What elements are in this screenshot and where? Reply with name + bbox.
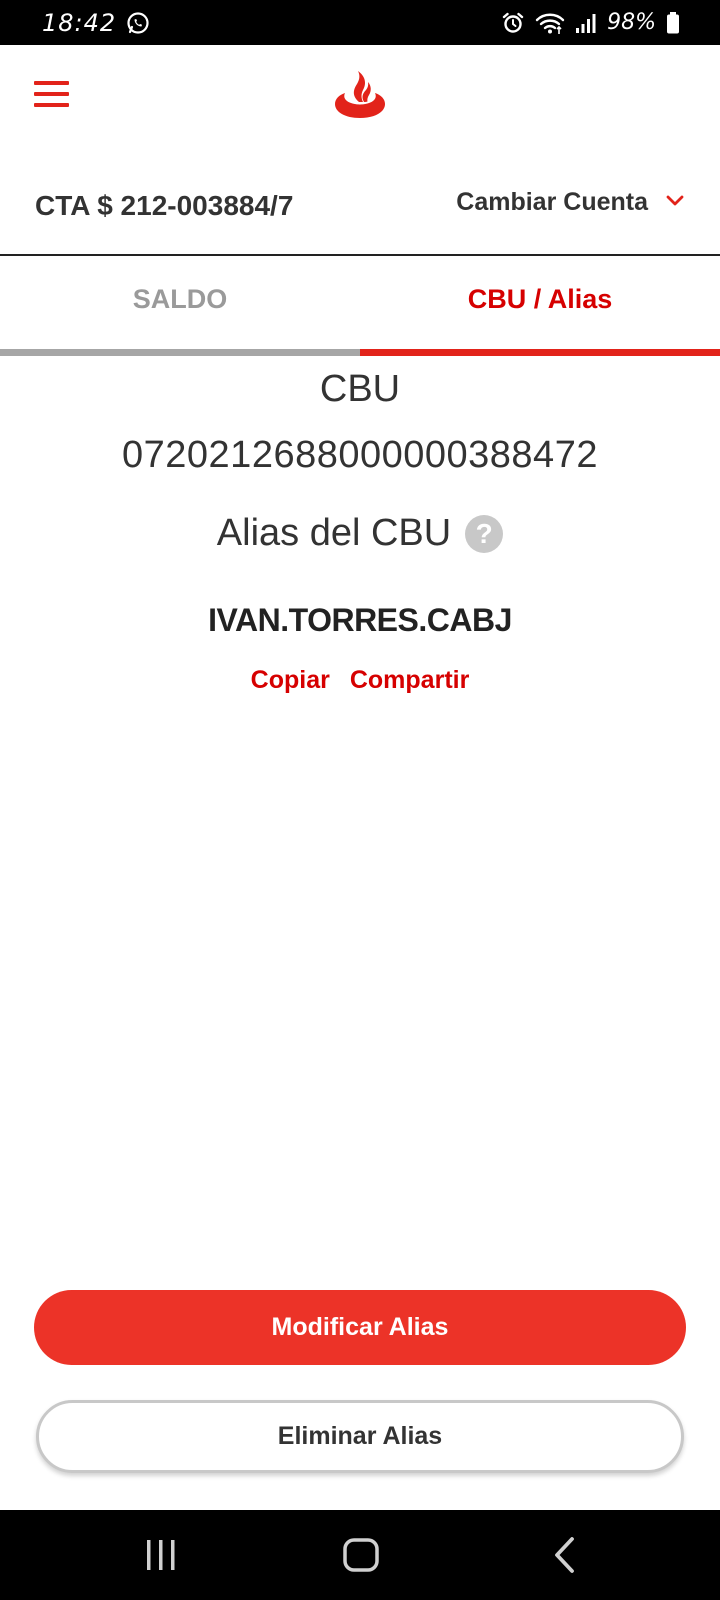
cbu-title: CBU xyxy=(319,368,401,410)
system-nav-bar xyxy=(0,1510,720,1600)
alias-actions: Copiar Compartir xyxy=(0,666,720,695)
account-number: CTA $ 212-003884/7 xyxy=(35,190,294,221)
change-account-button[interactable]: Cambiar Cuenta xyxy=(456,188,684,217)
menu-icon[interactable] xyxy=(34,81,70,111)
alias-title: Alias del CBU xyxy=(216,512,452,554)
tab-saldo[interactable]: SALDO xyxy=(0,258,360,356)
share-link[interactable]: Compartir xyxy=(350,666,469,695)
back-icon[interactable] xyxy=(534,1532,594,1578)
tab-cbu-alias[interactable]: CBU / Alias xyxy=(360,258,720,356)
chevron-down-icon xyxy=(666,194,684,212)
status-right: 98% xyxy=(501,10,680,35)
status-left: 18:42 xyxy=(42,9,150,37)
tabs: SALDO CBU / Alias xyxy=(0,258,720,356)
cbu-number: 0720212688000000388472 xyxy=(122,434,598,476)
whatsapp-icon xyxy=(126,11,150,35)
battery-percent: 98% xyxy=(607,10,656,35)
alias-value: IVAN.TORRES.CABJ xyxy=(208,602,512,638)
status-bar: 18:42 98% xyxy=(0,0,720,45)
alias-title-row: Alias del CBU ? xyxy=(0,512,720,555)
battery-icon xyxy=(666,11,680,35)
santander-flame-logo xyxy=(333,71,387,119)
change-account-label: Cambiar Cuenta xyxy=(456,188,648,216)
wifi-icon xyxy=(535,11,565,35)
help-icon[interactable]: ? xyxy=(465,514,504,553)
modify-alias-button[interactable]: Modificar Alias xyxy=(34,1290,686,1365)
app-header xyxy=(0,45,720,150)
status-time: 18:42 xyxy=(42,8,117,37)
copy-link[interactable]: Copiar xyxy=(251,666,330,695)
home-icon[interactable] xyxy=(331,1532,391,1578)
recent-apps-icon[interactable] xyxy=(131,1532,191,1578)
alarm-icon xyxy=(501,11,525,35)
signal-icon xyxy=(575,11,597,35)
account-row: CTA $ 212-003884/7 Cambiar Cuenta xyxy=(0,170,720,256)
delete-alias-button[interactable]: Eliminar Alias xyxy=(36,1400,684,1473)
